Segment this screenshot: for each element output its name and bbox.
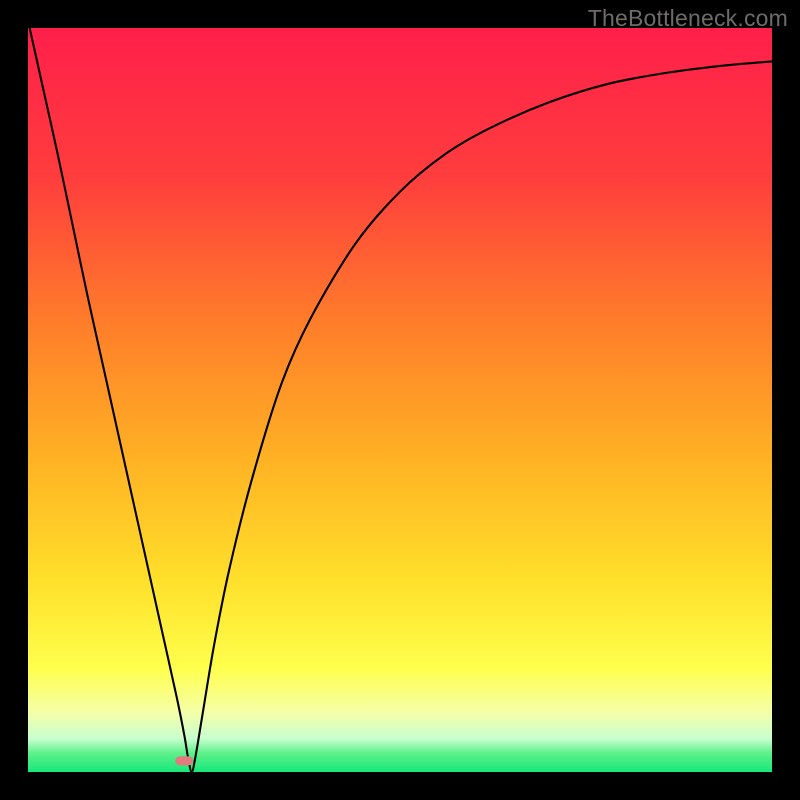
chart-frame bbox=[28, 28, 772, 772]
bottleneck-chart bbox=[28, 28, 772, 772]
gradient-background bbox=[28, 28, 772, 772]
watermark-text: TheBottleneck.com bbox=[588, 5, 788, 32]
optimal-point-marker bbox=[175, 756, 193, 765]
